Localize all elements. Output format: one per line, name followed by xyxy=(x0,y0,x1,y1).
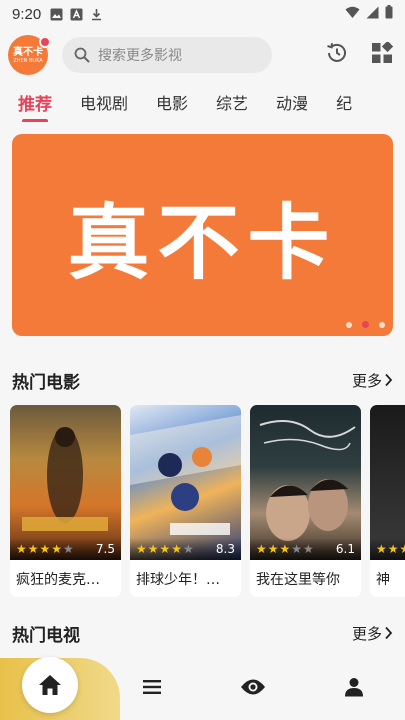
banner-dot xyxy=(379,321,385,328)
eye-icon xyxy=(241,679,265,695)
wifi-icon xyxy=(345,6,360,23)
tab-recommend[interactable]: 推荐 xyxy=(18,86,52,122)
search-placeholder: 搜索更多影视 xyxy=(98,48,182,64)
chevron-right-icon xyxy=(385,626,393,640)
movie-card[interactable]: ★★★★★ 7.5 疯狂的麦克… xyxy=(10,405,121,597)
tab-anime[interactable]: 动漫 xyxy=(276,86,308,114)
app-logo: 真不卡 ZHEN BUKA xyxy=(8,35,51,75)
movie-row: ★★★★★ 7.5 疯狂的麦克… ★★★★★ 8.3 排球少年！… ★★★★★ … xyxy=(10,405,405,597)
tab-variety[interactable]: 综艺 xyxy=(216,86,248,114)
battery-icon xyxy=(385,5,393,23)
nav-watch[interactable] xyxy=(240,674,266,700)
movie-score: 8.3 xyxy=(215,542,235,556)
movie-title: 我在这里等你 xyxy=(256,571,340,588)
movie-title: 疯狂的麦克… xyxy=(16,571,100,588)
signal-icon xyxy=(366,6,379,23)
movie-card[interactable]: ★★★★★ 8.3 排球少年！… xyxy=(130,405,241,597)
banner[interactable]: 真不卡 xyxy=(12,134,393,336)
star-rating: ★★★★★ xyxy=(376,542,405,556)
rating-bar: ★★★★★ 7.5 xyxy=(10,538,121,560)
search-input[interactable]: 搜索更多影视 xyxy=(62,37,272,73)
star-rating: ★★★★★ xyxy=(256,542,315,556)
poster-art xyxy=(259,420,356,541)
home-icon xyxy=(39,675,61,695)
movie-score: 7.5 xyxy=(95,542,115,556)
movie-poster: ★★★★★ 6.1 xyxy=(250,405,361,560)
history-icon[interactable] xyxy=(325,41,349,69)
more-movies-link[interactable]: 更多 xyxy=(352,370,393,391)
more-label: 更多 xyxy=(351,624,382,643)
logo-subtext: ZHEN BUKA xyxy=(13,57,43,64)
rating-bar: ★★★★★ xyxy=(370,538,405,560)
nav-list[interactable] xyxy=(139,674,165,700)
more-label: 更多 xyxy=(351,371,382,390)
movie-poster: ★★★★★ xyxy=(370,405,405,560)
movie-poster: ★★★★★ 7.5 xyxy=(10,405,121,560)
star-rating: ★★★★★ xyxy=(16,542,75,556)
hot-movies-header: 热门电影 更多 xyxy=(12,366,393,394)
logo-text: 真不卡 xyxy=(13,46,43,58)
rating-bar: ★★★★★ 8.3 xyxy=(130,538,241,560)
bottom-nav xyxy=(0,656,405,720)
banner-dot-active xyxy=(362,321,369,328)
section-title: 热门电视 xyxy=(12,625,80,646)
hot-tv-header: 热门电视 更多 xyxy=(12,619,393,647)
font-icon xyxy=(69,7,83,21)
nav-profile[interactable] xyxy=(341,674,367,700)
list-icon xyxy=(143,680,161,694)
movie-card[interactable]: ★★★★★ 6.1 我在这里等你 xyxy=(250,405,361,597)
rating-bar: ★★★★★ 6.1 xyxy=(250,538,361,560)
gallery-icon xyxy=(49,7,63,21)
banner-dot xyxy=(346,321,352,328)
logo-dot xyxy=(39,36,51,48)
status-bar: 9:20 xyxy=(0,0,405,28)
search-icon xyxy=(74,47,90,63)
banner-text: 真不卡 xyxy=(67,194,338,291)
section-title: 热门电影 xyxy=(12,372,80,393)
category-tabs: 推荐 电视剧 电影 综艺 动漫 纪 xyxy=(0,86,405,122)
user-icon xyxy=(345,678,363,697)
movie-score: 6.1 xyxy=(335,542,355,556)
tab-documentary[interactable]: 纪 xyxy=(336,86,352,114)
status-time: 9:20 xyxy=(12,5,42,23)
movie-title: 神 xyxy=(376,571,390,588)
movie-poster: ★★★★★ 8.3 xyxy=(130,405,241,560)
tab-movie[interactable]: 电影 xyxy=(156,86,188,114)
poster-art xyxy=(22,427,108,531)
nav-home[interactable] xyxy=(22,657,78,713)
movie-card[interactable]: ★★★★★ 神 xyxy=(370,405,405,597)
star-rating: ★★★★★ xyxy=(136,542,195,556)
download-icon xyxy=(89,7,103,21)
chevron-right-icon xyxy=(385,373,393,387)
apps-icon[interactable] xyxy=(371,40,394,68)
poster-art xyxy=(130,415,241,535)
top-bar: 真不卡 ZHEN BUKA 搜索更多影视 xyxy=(0,30,405,80)
tab-tv-series[interactable]: 电视剧 xyxy=(80,86,128,114)
movie-title: 排球少年！… xyxy=(136,571,220,588)
banner-indicator xyxy=(346,321,385,328)
more-tv-link[interactable]: 更多 xyxy=(352,623,393,644)
